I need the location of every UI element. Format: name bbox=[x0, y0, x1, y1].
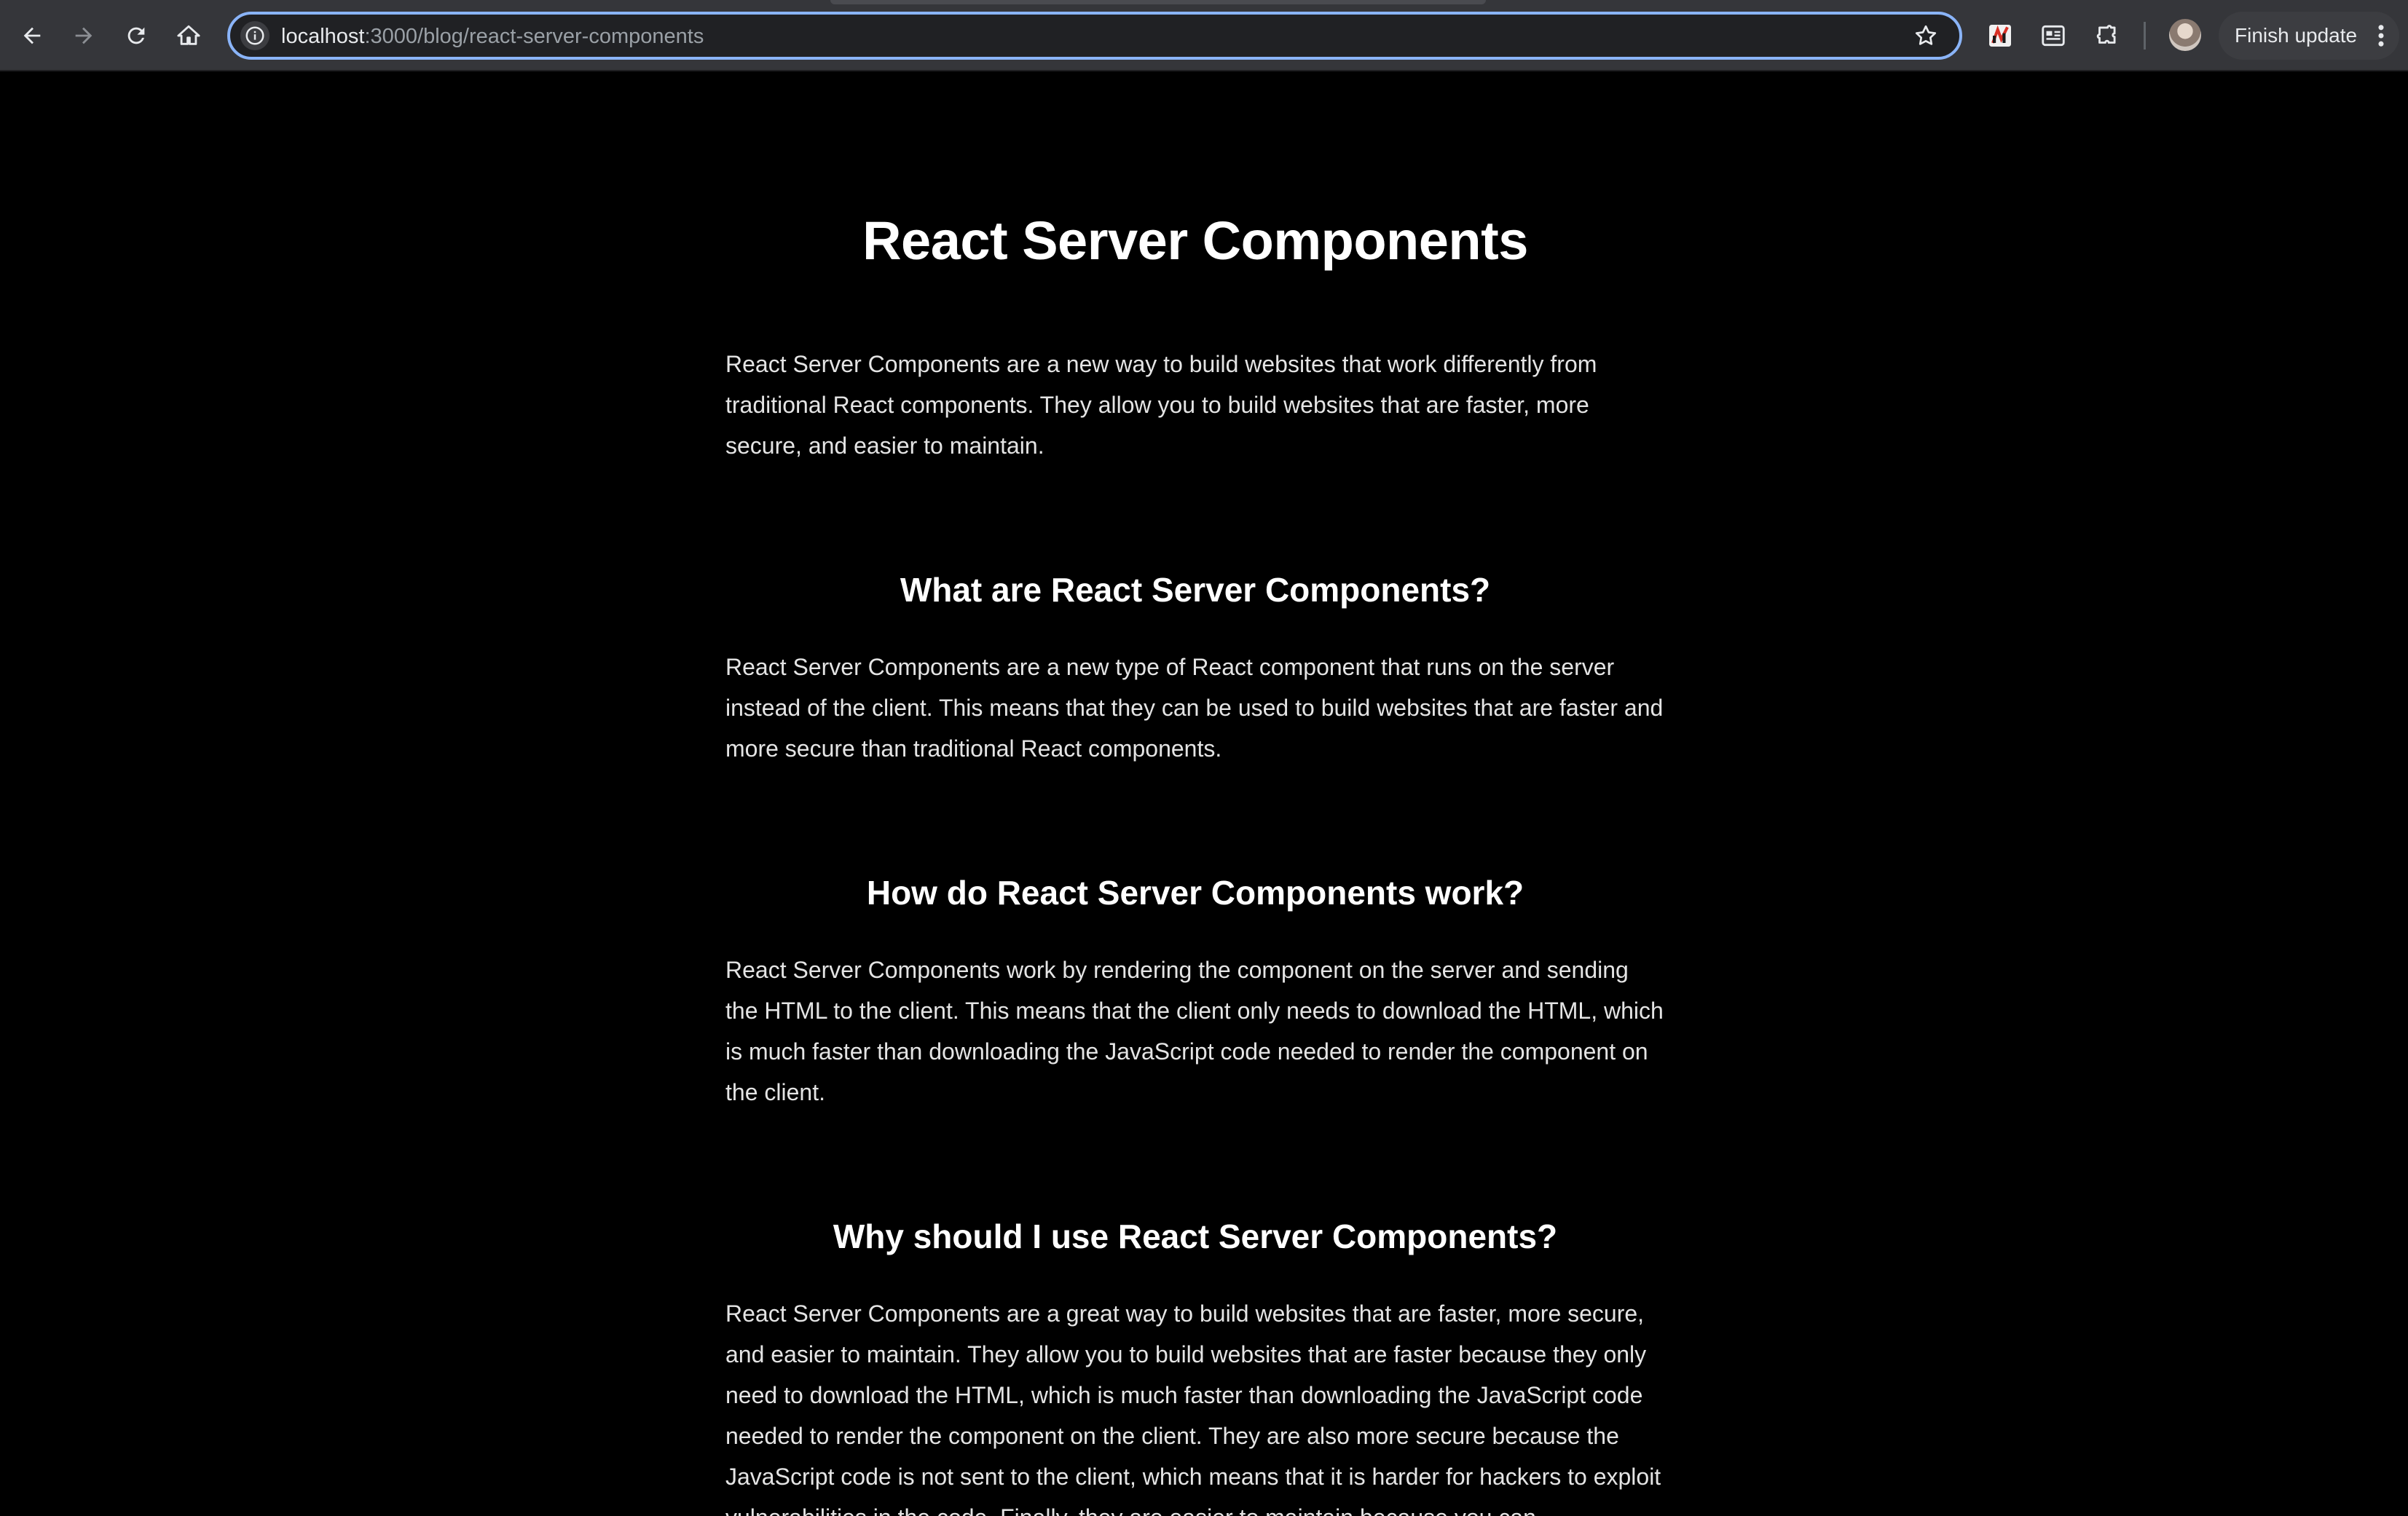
profile-avatar[interactable] bbox=[2169, 19, 2201, 51]
extension-button-2[interactable] bbox=[2036, 18, 2071, 53]
finish-update-button[interactable]: Finish update bbox=[2219, 12, 2399, 60]
extension-button-1[interactable] bbox=[1983, 18, 2018, 53]
home-button[interactable] bbox=[169, 16, 208, 55]
site-info-button[interactable] bbox=[240, 21, 269, 50]
reload-icon bbox=[127, 27, 145, 44]
article-intro: React Server Components are a new way to… bbox=[725, 351, 1597, 459]
browser-toolbar: localhost:3000/blog/react-server-compone… bbox=[0, 0, 2408, 71]
more-options-icon[interactable] bbox=[2377, 24, 2385, 47]
section-heading-why: Why should I use React Server Components… bbox=[833, 1217, 1558, 1255]
url-text[interactable]: localhost:3000/blog/react-server-compone… bbox=[281, 24, 704, 49]
info-icon bbox=[245, 26, 264, 45]
arrow-right-icon bbox=[75, 27, 93, 44]
arrow-left-icon bbox=[23, 27, 41, 44]
extension-chart-icon bbox=[1989, 25, 2011, 47]
back-button[interactable] bbox=[12, 16, 52, 55]
section-body-what: React Server Components are a new type o… bbox=[725, 654, 1664, 762]
reload-button[interactable] bbox=[117, 16, 156, 55]
extension-image-icon bbox=[2042, 25, 2065, 47]
article-title: React Server Components bbox=[862, 210, 1528, 271]
section-heading-what: What are React Server Components? bbox=[900, 571, 1491, 609]
bookmark-star-icon[interactable] bbox=[1913, 23, 1939, 49]
url-path: :3000/blog/react-server-components bbox=[364, 25, 704, 48]
toolbar-divider bbox=[2144, 22, 2146, 50]
forward-button[interactable] bbox=[64, 16, 103, 55]
puzzle-piece-icon bbox=[2096, 25, 2116, 44]
section-heading-how: How do React Server Components work? bbox=[866, 874, 1524, 912]
browser-window: localhost:3000/blog/react-server-compone… bbox=[0, 0, 2408, 1516]
home-icon bbox=[177, 25, 200, 45]
url-host: localhost bbox=[281, 25, 365, 48]
address-bar[interactable]: localhost:3000/blog/react-server-compone… bbox=[227, 12, 1962, 60]
finish-update-label: Finish update bbox=[2235, 24, 2358, 47]
extensions-menu-button[interactable] bbox=[2089, 18, 2124, 53]
section-body-why: React Server Components are a great way … bbox=[725, 1300, 1661, 1516]
page-viewport: React Server Components React Server Com… bbox=[0, 71, 2408, 1516]
section-body-how: React Server Components work by renderin… bbox=[725, 957, 1664, 1105]
active-tab-indicator[interactable] bbox=[830, 0, 1486, 4]
